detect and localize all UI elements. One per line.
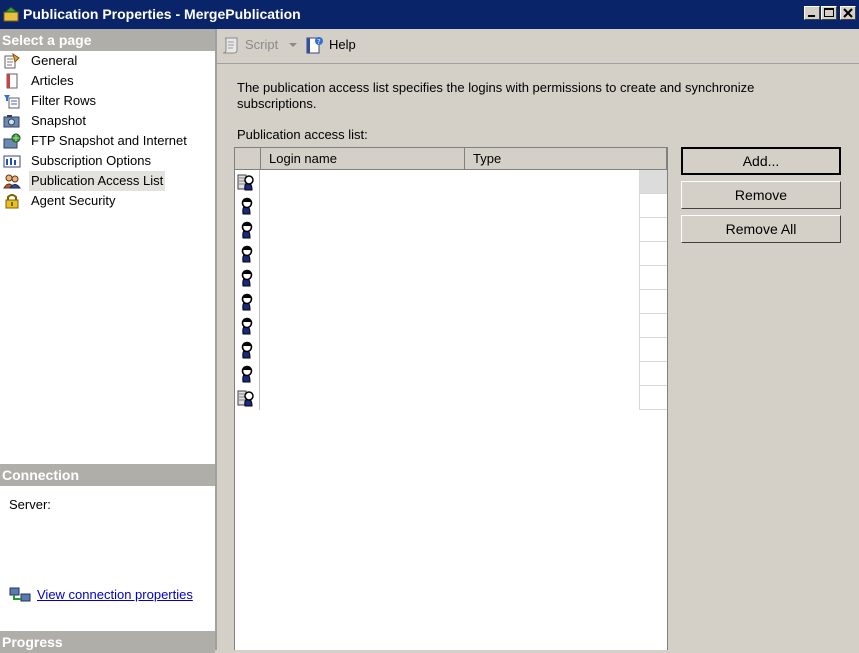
row-selector[interactable]: [235, 386, 260, 410]
table-row[interactable]: [235, 386, 667, 410]
row-cell-edge: [639, 218, 667, 242]
row-selector[interactable]: [235, 266, 260, 290]
sidebar-item-label: Filter Rows: [31, 93, 97, 108]
user-icon: [237, 364, 257, 387]
select-page-header: Select a page: [0, 29, 215, 51]
publication-access-grid[interactable]: Login name Type: [234, 147, 668, 650]
connection-header: Connection: [0, 464, 215, 486]
app-icon: [3, 6, 19, 22]
user-icon: [237, 268, 257, 291]
table-row[interactable]: [235, 338, 667, 362]
group-user-icon: [237, 388, 257, 411]
sidebar-item-label: Agent Security: [31, 193, 116, 208]
sidebar-item-ftp-snapshot[interactable]: FTP Snapshot and Internet: [0, 131, 215, 151]
row-selector[interactable]: [235, 170, 260, 194]
row-selector[interactable]: [235, 338, 260, 362]
row-selector[interactable]: [235, 242, 260, 266]
user-icon: [237, 244, 257, 267]
add-button[interactable]: Add...: [681, 147, 841, 175]
ftp-icon: [3, 133, 21, 149]
row-selector[interactable]: [235, 314, 260, 338]
page-description: The publication access list specifies th…: [237, 80, 755, 111]
sidebar-item-agent-security[interactable]: Agent Security: [0, 191, 215, 211]
close-button[interactable]: [840, 6, 856, 20]
row-selector[interactable]: [235, 194, 260, 218]
column-header-login-name[interactable]: Login name: [261, 148, 465, 170]
close-icon: [843, 8, 853, 18]
sidebar-item-label: Articles: [31, 73, 74, 88]
help-label: Help: [329, 37, 356, 52]
row-selector[interactable]: [235, 362, 260, 386]
minimize-icon: [808, 15, 815, 17]
table-row[interactable]: [235, 362, 667, 386]
table-row[interactable]: [235, 314, 667, 338]
script-label: Script: [245, 37, 279, 52]
user-icon: [237, 220, 257, 243]
sidebar-item-label: Subscription Options: [31, 153, 151, 168]
minimize-button[interactable]: [804, 6, 820, 20]
row-selector[interactable]: [235, 290, 260, 314]
user-icon: [237, 316, 257, 339]
window-titlebar[interactable]: Publication Properties - MergePublicatio…: [0, 0, 859, 29]
column-header-type[interactable]: Type: [465, 148, 667, 170]
connection-icon: [9, 587, 31, 602]
sidebar-item-label: Publication Access List: [29, 171, 166, 191]
sidebar-item-label: Snapshot: [31, 113, 86, 128]
access-list-label: Publication access list:: [237, 127, 368, 142]
maximize-button[interactable]: [821, 6, 837, 20]
row-cell-edge: [639, 170, 667, 194]
user-icon: [237, 292, 257, 315]
remove-all-button[interactable]: Remove All: [681, 215, 841, 243]
row-cell-edge: [639, 338, 667, 362]
articles-page-icon: [6, 73, 18, 89]
row-cell-edge: [639, 242, 667, 266]
table-row[interactable]: [235, 170, 667, 194]
window-title: Publication Properties - MergePublicatio…: [23, 6, 301, 22]
sidebar-item-filter-rows[interactable]: Filter Rows: [0, 91, 215, 111]
snapshot-icon: [3, 115, 20, 128]
row-cell-edge: [639, 266, 667, 290]
sidebar-item-general[interactable]: General: [0, 51, 215, 71]
chevron-down-icon[interactable]: [289, 42, 297, 48]
table-row[interactable]: [235, 218, 667, 242]
script-icon: [222, 37, 238, 54]
sidebar-item-label: FTP Snapshot and Internet: [31, 133, 187, 148]
lock-icon: [5, 194, 19, 209]
remove-button[interactable]: Remove: [681, 181, 841, 209]
row-selector-header: [235, 148, 261, 170]
users-icon: [3, 174, 21, 189]
server-label: Server:: [9, 497, 51, 512]
row-cell-edge: [639, 290, 667, 314]
sidebar-item-publication-access-list[interactable]: Publication Access List: [0, 171, 215, 191]
sidebar-item-snapshot[interactable]: Snapshot: [0, 111, 215, 131]
row-cell-edge: [639, 314, 667, 338]
row-cell-edge: [639, 362, 667, 386]
sidebar-item-label: General: [31, 53, 78, 68]
row-selector[interactable]: [235, 218, 260, 242]
panel-divider: [215, 29, 217, 650]
table-row[interactable]: [235, 290, 667, 314]
row-cell-edge: [639, 386, 667, 410]
row-cell-edge: [639, 194, 667, 218]
sidebar-item-articles[interactable]: Articles: [0, 71, 215, 91]
left-panel: Select a page General Articles Filter Ro…: [0, 29, 215, 653]
svg-text:?: ?: [317, 38, 321, 46]
help-icon: ?: [306, 37, 323, 54]
filter-rows-icon: [4, 95, 20, 109]
view-connection-properties-link[interactable]: View connection properties: [37, 587, 193, 602]
user-icon: [237, 196, 257, 219]
table-row[interactable]: [235, 266, 667, 290]
toolbar-divider: [217, 63, 859, 64]
table-row[interactable]: [235, 194, 667, 218]
general-page-icon: [4, 53, 20, 69]
table-row[interactable]: [235, 242, 667, 266]
subscription-options-icon: [3, 155, 21, 168]
group-user-icon: [237, 172, 257, 195]
sidebar-item-subscription-options[interactable]: Subscription Options: [0, 151, 215, 171]
maximize-icon: [824, 8, 834, 17]
toolbar: Script ? Help: [217, 29, 859, 63]
user-icon: [237, 340, 257, 363]
